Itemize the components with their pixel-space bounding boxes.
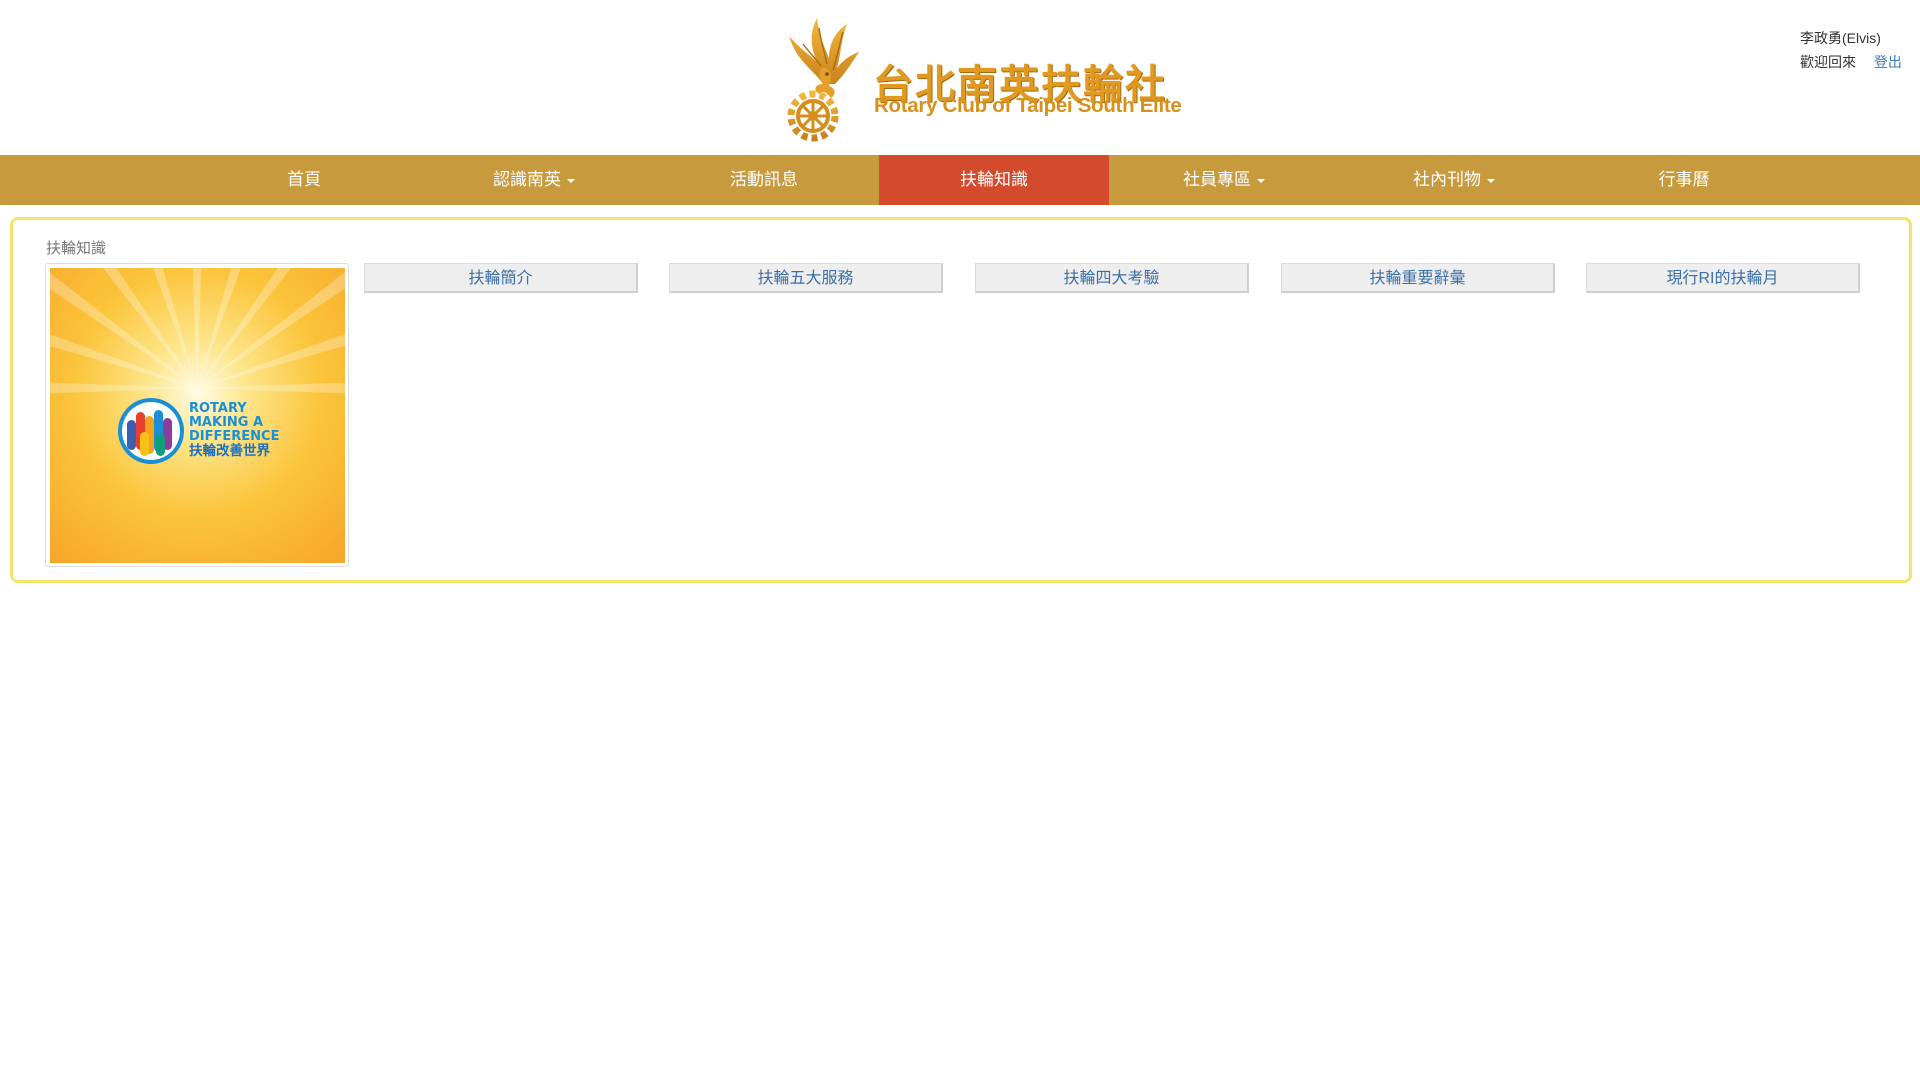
rotary-theme-text: ROTARY MAKING A DIFFERENCE 扶輪改善世界 (189, 401, 280, 459)
main-nav: 首頁 認識南英 活動訊息 扶輪知識 社員專區 社內刊物 行事曆 (0, 155, 1920, 205)
theme-line-4: 扶輪改善世界 (189, 443, 270, 459)
people-circle-icon (118, 398, 184, 464)
nav-item-events[interactable]: 活動訊息 (649, 155, 879, 205)
nav-item-calendar[interactable]: 行事曆 (1569, 155, 1799, 205)
rotary-theme-banner: ROTARY MAKING A DIFFERENCE 扶輪改善世界 (50, 268, 345, 563)
nav-label: 社員專區 (1183, 170, 1251, 189)
nav-label: 扶輪知識 (960, 170, 1028, 189)
caret-down-icon (1487, 178, 1495, 183)
user-panel: 李政勇(Elvis) 歡迎回來 登出 (1800, 26, 1902, 74)
site-header: 台北南英扶輪社 Rotary Club of Taipei South Elit… (0, 0, 1920, 155)
featured-image: ROTARY MAKING A DIFFERENCE 扶輪改善世界 (45, 263, 349, 567)
nav-label: 首頁 (287, 170, 321, 189)
nav-item-publications[interactable]: 社內刊物 (1339, 155, 1569, 205)
topic-button-glossary[interactable]: 扶輪重要辭彙 (1281, 263, 1555, 293)
theme-line-3: DIFFERENCE (189, 429, 280, 444)
brand-name-en: Rotary Club of Taipei South Elite (874, 94, 1182, 117)
logout-link[interactable]: 登出 (1874, 54, 1902, 70)
nav-label: 行事曆 (1658, 170, 1710, 189)
theme-line-1: ROTARY (189, 401, 247, 416)
theme-line-2: MAKING A (189, 415, 264, 430)
topic-button-four-way-test[interactable]: 扶輪四大考驗 (975, 263, 1249, 293)
nav-item-members[interactable]: 社員專區 (1109, 155, 1339, 205)
breadcrumb: 扶輪知識 (46, 240, 107, 257)
caret-down-icon (567, 178, 575, 183)
nav-label: 社內刊物 (1413, 170, 1481, 189)
site-logo[interactable]: 台北南英扶輪社 Rotary Club of Taipei South Elit… (783, 14, 1182, 142)
topic-button-five-services[interactable]: 扶輪五大服務 (669, 263, 943, 293)
topic-button-rotary-intro[interactable]: 扶輪簡介 (364, 263, 638, 293)
content-panel: 扶輪知識 ROTARY MAKING A DIFFERENCE 扶輪改善世界 扶… (10, 217, 1912, 583)
nav-label: 活動訊息 (730, 170, 798, 189)
nav-item-rotary-knowledge[interactable]: 扶輪知識 (879, 155, 1109, 205)
nav-item-home[interactable]: 首頁 (189, 155, 419, 205)
nav-item-about[interactable]: 認識南英 (419, 155, 649, 205)
welcome-text: 歡迎回來 (1800, 54, 1856, 70)
nav-label: 認識南英 (493, 170, 561, 189)
user-actions: 歡迎回來 登出 (1800, 50, 1902, 74)
phoenix-rotary-logo-icon (787, 18, 859, 142)
user-name: 李政勇(Elvis) (1800, 30, 1881, 46)
caret-down-icon (1257, 178, 1265, 183)
topic-button-ri-months[interactable]: 現行RI的扶輪月 (1586, 263, 1860, 293)
